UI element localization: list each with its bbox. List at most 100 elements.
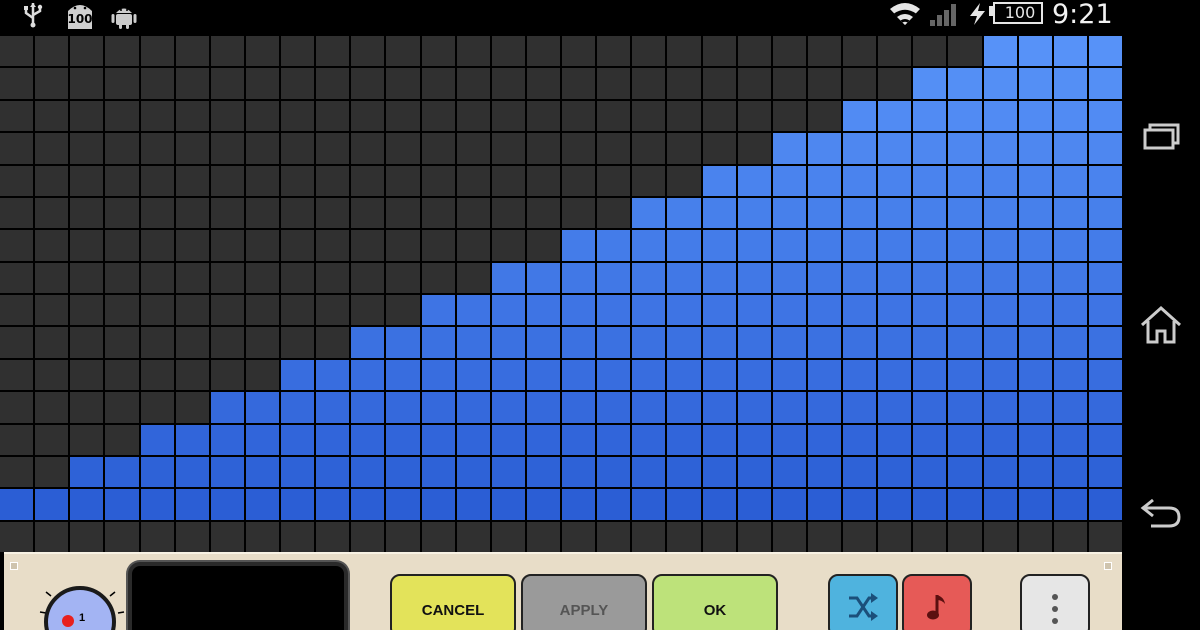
grid-cell-active[interactable] xyxy=(351,392,385,423)
grid-cell-active[interactable] xyxy=(175,424,209,455)
value-knob[interactable]: 1 xyxy=(32,566,132,630)
grid-cell[interactable] xyxy=(456,197,490,229)
grid-cell-active[interactable] xyxy=(1088,100,1122,132)
grid-cell[interactable] xyxy=(140,100,174,132)
grid-cell[interactable] xyxy=(35,456,69,488)
grid-cell-active[interactable] xyxy=(245,456,279,488)
grid-cell-active[interactable] xyxy=(843,262,877,293)
grid-cell[interactable] xyxy=(351,36,385,67)
grid-cell-active[interactable] xyxy=(491,489,525,520)
grid-cell[interactable] xyxy=(491,230,525,261)
grid-cell[interactable] xyxy=(210,197,244,229)
grid-cell[interactable] xyxy=(175,197,209,229)
grid-cell-active[interactable] xyxy=(421,392,455,423)
grid-cell-active[interactable] xyxy=(1053,392,1087,423)
grid-cell-active[interactable] xyxy=(737,327,771,358)
grid-cell[interactable] xyxy=(0,424,34,455)
grid-cell-active[interactable] xyxy=(281,392,315,423)
grid-cell[interactable] xyxy=(491,36,525,67)
grid-cell[interactable] xyxy=(175,327,209,358)
grid-cell[interactable] xyxy=(140,359,174,391)
grid-cell-active[interactable] xyxy=(316,392,350,423)
cancel-button[interactable]: CANCEL xyxy=(390,574,516,630)
grid-cell[interactable] xyxy=(70,392,104,423)
grid-cell-active[interactable] xyxy=(843,165,877,196)
grid-cell[interactable] xyxy=(913,36,947,67)
grid-cell-active[interactable] xyxy=(281,424,315,455)
grid-cell-active[interactable] xyxy=(1088,327,1122,358)
grid-cell[interactable] xyxy=(667,165,701,196)
grid-cell[interactable] xyxy=(316,133,350,164)
grid-cell-active[interactable] xyxy=(737,230,771,261)
grid-cell-active[interactable] xyxy=(1088,424,1122,455)
grid-cell[interactable] xyxy=(421,521,455,552)
recent-apps-button[interactable] xyxy=(1136,114,1186,164)
grid-cell[interactable] xyxy=(245,327,279,358)
grid-cell-active[interactable] xyxy=(351,456,385,488)
grid-cell-active[interactable] xyxy=(878,133,912,164)
grid-cell[interactable] xyxy=(526,68,560,99)
grid-cell[interactable] xyxy=(491,197,525,229)
grid-cell[interactable] xyxy=(281,100,315,132)
grid-cell[interactable] xyxy=(175,165,209,196)
grid-cell[interactable] xyxy=(386,295,420,326)
grid-cell-active[interactable] xyxy=(843,424,877,455)
grid-cell[interactable] xyxy=(70,230,104,261)
grid-cell-active[interactable] xyxy=(772,424,806,455)
grid-cell[interactable] xyxy=(0,230,34,261)
grid-cell-active[interactable] xyxy=(456,392,490,423)
grid-cell[interactable] xyxy=(421,262,455,293)
grid-cell-active[interactable] xyxy=(1053,100,1087,132)
grid-cell-active[interactable] xyxy=(491,456,525,488)
grid-cell[interactable] xyxy=(702,521,736,552)
grid-cell[interactable] xyxy=(597,100,631,132)
grid-cell[interactable] xyxy=(913,521,947,552)
grid-cell-active[interactable] xyxy=(491,262,525,293)
grid-cell-active[interactable] xyxy=(316,424,350,455)
grid-cell[interactable] xyxy=(70,424,104,455)
grid-cell[interactable] xyxy=(105,100,139,132)
grid-cell-active[interactable] xyxy=(1053,262,1087,293)
grid-cell[interactable] xyxy=(105,359,139,391)
grid-cell-active[interactable] xyxy=(70,456,104,488)
grid-cell[interactable] xyxy=(702,100,736,132)
grid-cell[interactable] xyxy=(386,165,420,196)
grid-cell-active[interactable] xyxy=(807,262,841,293)
grid-cell-active[interactable] xyxy=(702,262,736,293)
grid-cell-active[interactable] xyxy=(351,489,385,520)
grid-cell-active[interactable] xyxy=(1088,359,1122,391)
grid-cell[interactable] xyxy=(0,359,34,391)
grid-cell-active[interactable] xyxy=(351,424,385,455)
grid-cell[interactable] xyxy=(351,133,385,164)
grid-cell[interactable] xyxy=(140,230,174,261)
grid-cell-active[interactable] xyxy=(245,392,279,423)
grid-cell-active[interactable] xyxy=(913,327,947,358)
grid-cell-active[interactable] xyxy=(386,456,420,488)
grid-cell-active[interactable] xyxy=(562,230,596,261)
grid-cell-active[interactable] xyxy=(878,295,912,326)
grid-cell-active[interactable] xyxy=(1018,327,1052,358)
grid-cell[interactable] xyxy=(597,197,631,229)
grid-cell-active[interactable] xyxy=(526,489,560,520)
grid-cell[interactable] xyxy=(737,521,771,552)
grid-cell-active[interactable] xyxy=(807,295,841,326)
grid-cell-active[interactable] xyxy=(1018,424,1052,455)
grid-cell[interactable] xyxy=(878,68,912,99)
grid-cell[interactable] xyxy=(351,165,385,196)
grid-cell[interactable] xyxy=(1088,521,1122,552)
grid-cell-active[interactable] xyxy=(702,424,736,455)
grid-cell-active[interactable] xyxy=(1018,295,1052,326)
grid-cell[interactable] xyxy=(140,68,174,99)
grid-cell[interactable] xyxy=(210,262,244,293)
grid-cell-active[interactable] xyxy=(807,327,841,358)
grid-cell-active[interactable] xyxy=(140,456,174,488)
grid-cell-active[interactable] xyxy=(702,165,736,196)
grid-cell-active[interactable] xyxy=(983,392,1017,423)
grid-cell-active[interactable] xyxy=(948,165,982,196)
grid-cell[interactable] xyxy=(316,521,350,552)
grid-cell[interactable] xyxy=(0,100,34,132)
grid-cell[interactable] xyxy=(105,392,139,423)
grid-cell-active[interactable] xyxy=(737,197,771,229)
grid-cell-active[interactable] xyxy=(913,165,947,196)
grid-cell[interactable] xyxy=(175,36,209,67)
